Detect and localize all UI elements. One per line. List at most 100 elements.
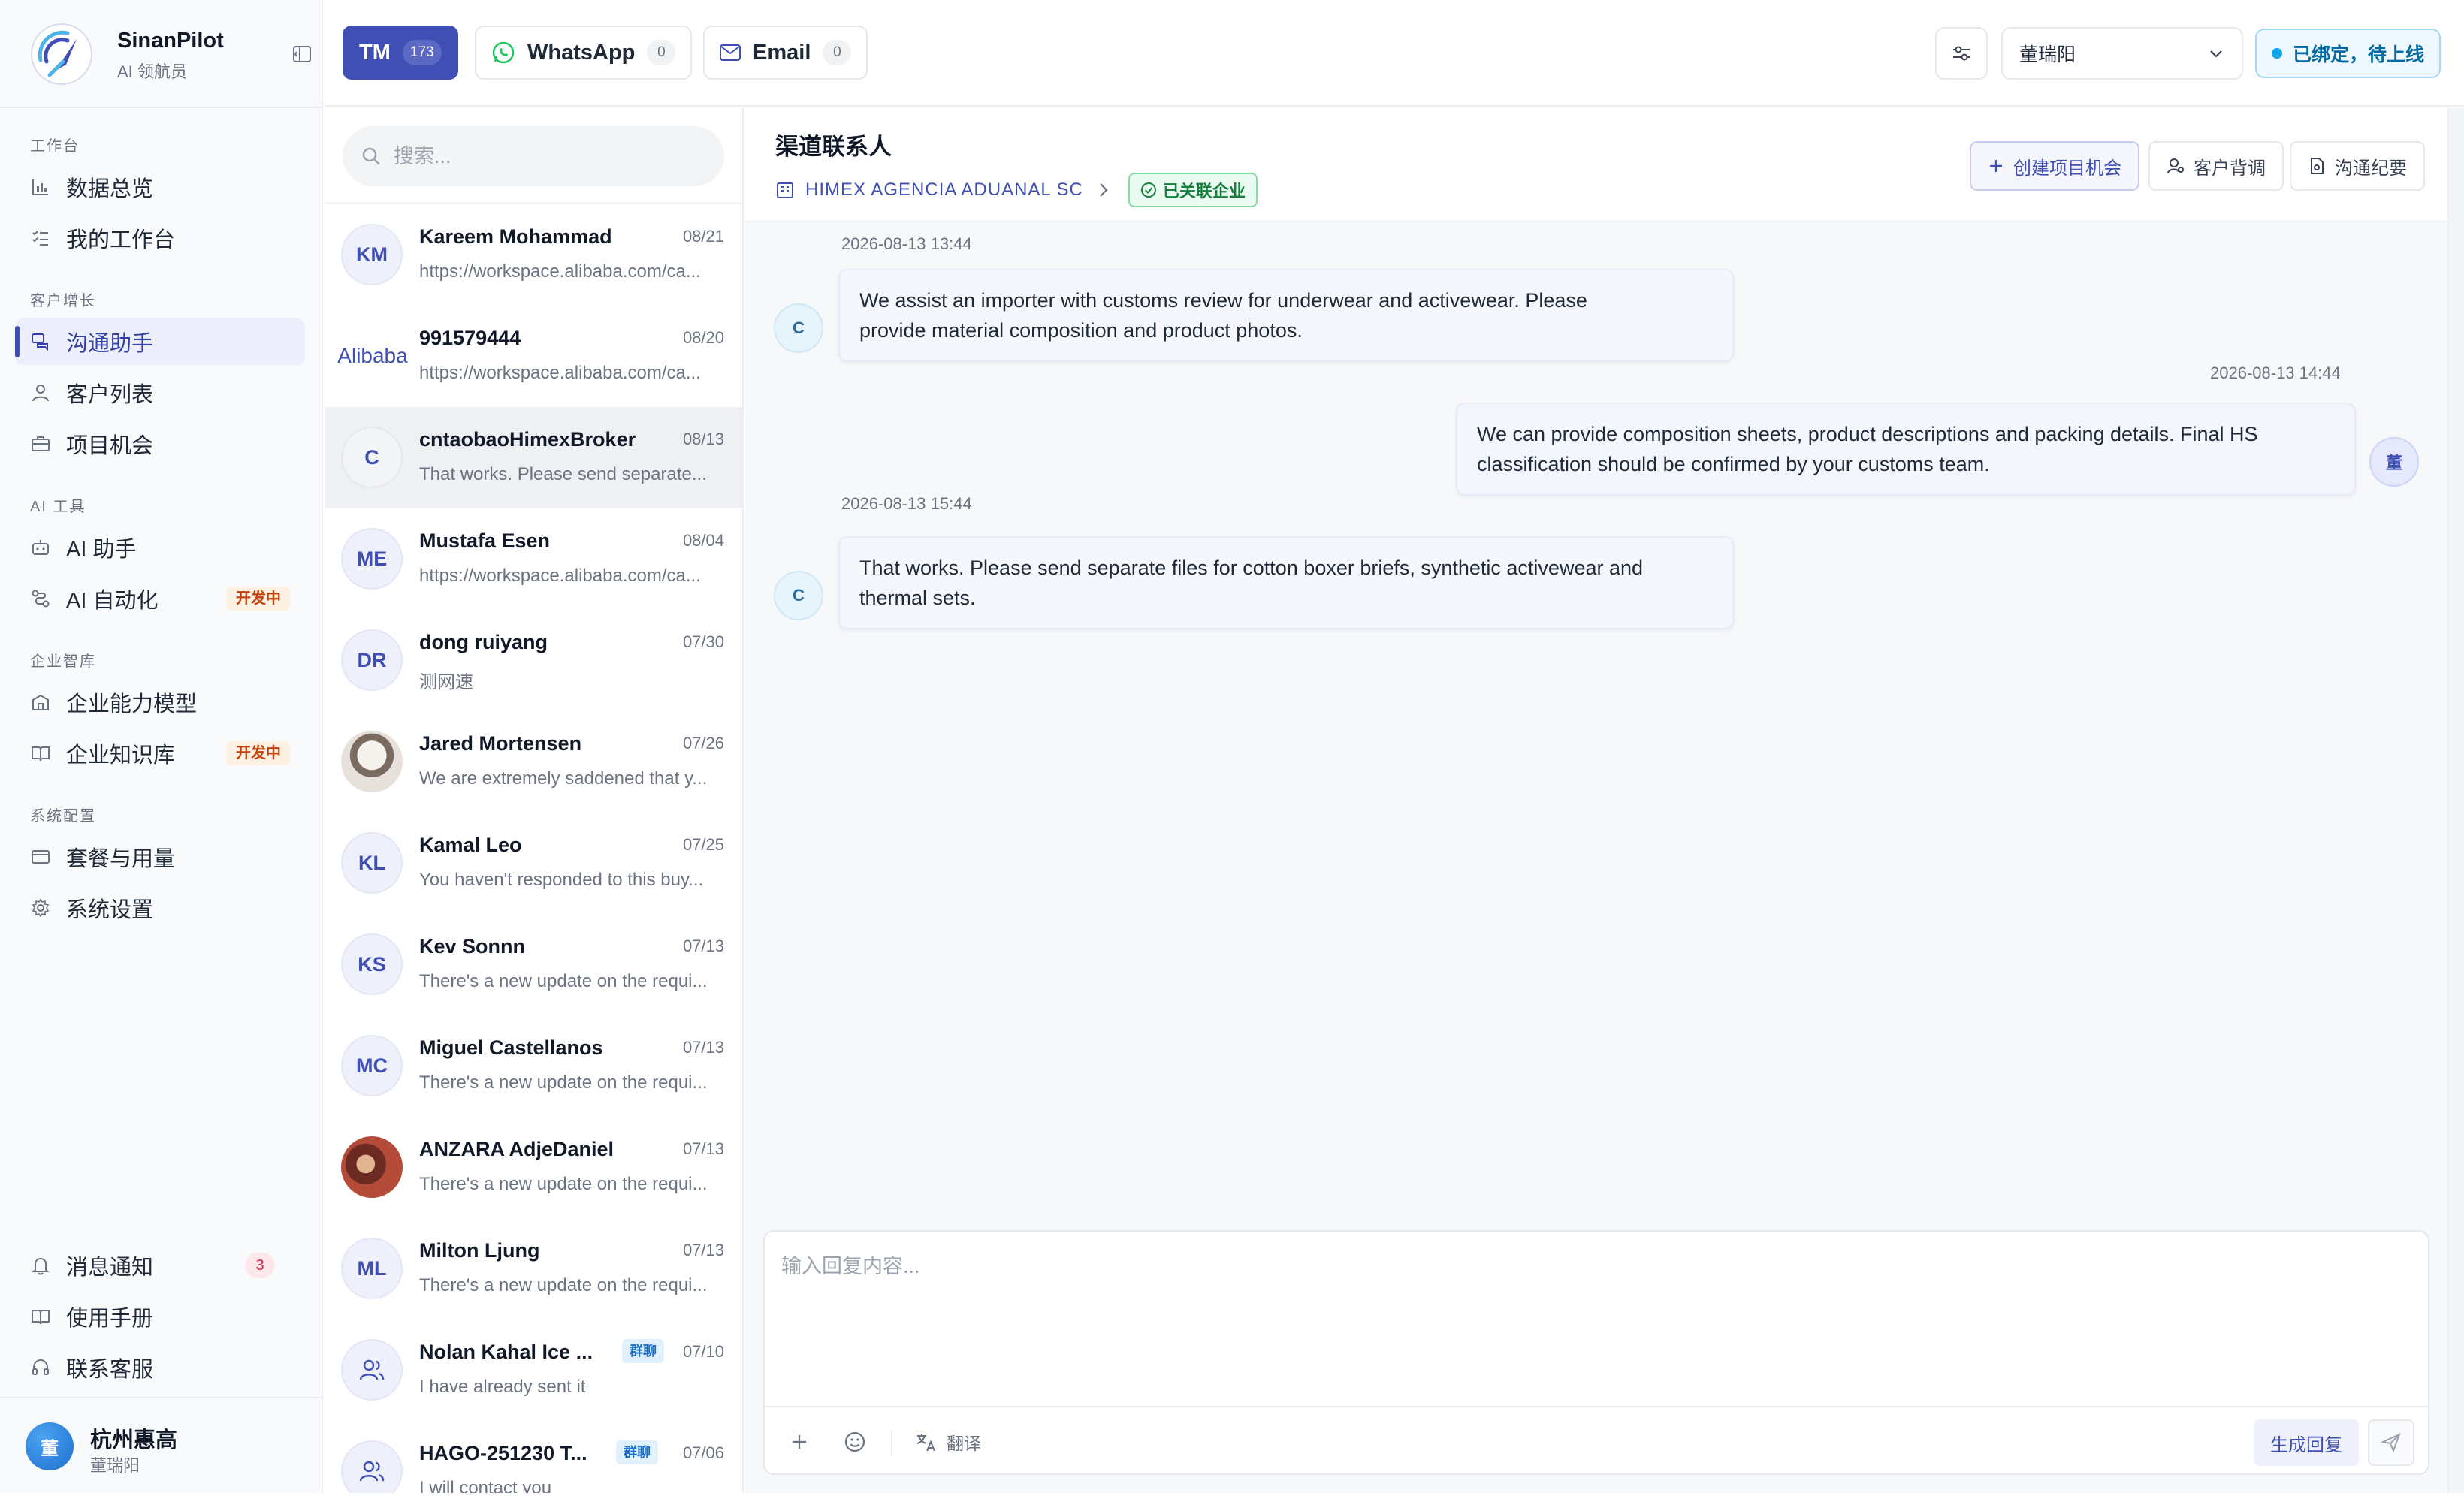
sidebar-item-knowledge-base[interactable]: 企业知识库 开发中 bbox=[15, 730, 305, 777]
sidebar-item-plans[interactable]: 套餐与用量 bbox=[15, 834, 305, 880]
send-button[interactable] bbox=[2368, 1419, 2414, 1466]
list-item[interactable]: HAGO-251230 T... 群聊 07/06 I will contact… bbox=[325, 1421, 742, 1493]
translate-label: 翻译 bbox=[947, 1434, 981, 1453]
tab-tm[interactable]: TM 173 bbox=[343, 26, 458, 80]
conversation-preview: https://workspace.alibaba.com/ca... bbox=[419, 363, 701, 383]
generate-reply-button[interactable]: 生成回复 bbox=[2254, 1419, 2359, 1466]
sidebar-item-capability-model[interactable]: 企业能力模型 bbox=[15, 679, 305, 725]
sidebar-item-overview[interactable]: 数据总览 bbox=[15, 164, 305, 210]
customer-profile-button[interactable]: 客户背调 bbox=[2148, 141, 2284, 191]
tab-email[interactable]: Email 0 bbox=[703, 26, 868, 80]
conversation-preview: I have already sent it bbox=[419, 1377, 586, 1397]
attach-button[interactable] bbox=[780, 1422, 819, 1461]
sidebar-item-settings[interactable]: 系统设置 bbox=[15, 885, 305, 931]
open-book-icon bbox=[30, 1306, 51, 1327]
list-item[interactable]: KS Kev Sonnn 07/13 There's a new update … bbox=[325, 914, 742, 1015]
group-chat-badge: 群聊 bbox=[622, 1339, 664, 1363]
sidebar-collapse-icon[interactable] bbox=[288, 41, 316, 68]
nav-section-workbench: 工作台 bbox=[30, 138, 80, 155]
message-timestamp: 2026-08-13 13:44 bbox=[841, 234, 972, 253]
group-avatar bbox=[341, 1440, 403, 1493]
emoji-button[interactable] bbox=[835, 1422, 874, 1461]
list-item[interactable]: KL Kamal Leo 07/25 You haven't responded… bbox=[325, 813, 742, 913]
list-item[interactable]: DR dong ruiyang 07/30 测网速 bbox=[325, 610, 742, 710]
contact-name: Kamal Leo bbox=[419, 834, 522, 856]
conversation-preview: There's a new update on the requi... bbox=[419, 1275, 708, 1295]
communication-summary-button[interactable]: 沟通纪要 bbox=[2290, 141, 2425, 191]
sidebar-item-label: AI 自动化 bbox=[66, 589, 159, 613]
brand: SinanPilot AI 领航员 bbox=[30, 23, 311, 86]
avatar: MC bbox=[341, 1035, 403, 1096]
reply-input[interactable] bbox=[781, 1250, 2411, 1400]
brand-divider bbox=[0, 107, 323, 108]
chevron-right-icon bbox=[1097, 182, 1110, 198]
contact-name: Milton Ljung bbox=[419, 1239, 540, 1262]
list-item[interactable]: ML Milton Ljung 07/13 There's a new upda… bbox=[325, 1218, 742, 1319]
list-item[interactable]: Jared Mortensen 07/26 We are extremely s… bbox=[325, 711, 742, 812]
account-select[interactable]: 董瑞阳 bbox=[2001, 27, 2243, 80]
list-item[interactable]: MC Miguel Castellanos 07/13 There's a ne… bbox=[325, 1015, 742, 1116]
chat-header: 渠道联系人 HIMEX AGENCIA ADUANAL SC 已关联企业 创建项… bbox=[745, 108, 2447, 222]
create-opportunity-button[interactable]: 创建项目机会 bbox=[1970, 141, 2139, 191]
message-line: thermal sets. bbox=[859, 587, 976, 609]
tab-whatsapp[interactable]: WhatsApp 0 bbox=[475, 26, 693, 80]
contact-name: Kev Sonnn bbox=[419, 935, 526, 958]
sidebar-item-ai-assistant[interactable]: AI 助手 bbox=[15, 524, 305, 571]
list-item[interactable]: ANZARA AdjeDaniel 07/13 There's a new up… bbox=[325, 1117, 742, 1217]
conversation-date: 07/13 bbox=[682, 1038, 724, 1057]
conversation-date: 07/13 bbox=[682, 1241, 724, 1259]
message-line: We can provide composition sheets, produ… bbox=[1477, 423, 2258, 445]
sidebar-item-label: 使用手册 bbox=[66, 1307, 154, 1331]
company-link[interactable]: HIMEX AGENCIA ADUANAL SC bbox=[805, 179, 1083, 201]
filter-button[interactable] bbox=[1935, 27, 1988, 80]
tab-count: 0 bbox=[647, 40, 676, 65]
checklist-icon bbox=[30, 228, 51, 249]
sidebar-item-ai-automation[interactable]: AI 自动化 开发中 bbox=[15, 575, 305, 622]
list-item[interactable]: Nolan Kahal Ice ... 群聊 07/10 I have alre… bbox=[325, 1320, 742, 1420]
sidebar-item-my-workbench[interactable]: 我的工作台 bbox=[15, 215, 305, 261]
tab-label: WhatsApp bbox=[527, 40, 636, 65]
button-label: 创建项目机会 bbox=[2013, 158, 2121, 179]
user-name: 杭州惠高 bbox=[90, 1428, 178, 1452]
sidebar-item-label: 项目机会 bbox=[66, 434, 154, 458]
list-item[interactable]: Alibaba 991579444 08/20 https://workspac… bbox=[325, 306, 742, 406]
list-item[interactable]: ME Mustafa Esen 08/04 https://workspace.… bbox=[325, 508, 742, 609]
translate-button[interactable]: 翻译 bbox=[915, 1422, 981, 1461]
conversation-date: 08/04 bbox=[682, 531, 724, 550]
plus-icon bbox=[1988, 158, 2013, 174]
sidebar-item-label: 我的工作台 bbox=[66, 228, 176, 252]
credit-card-icon bbox=[30, 846, 51, 867]
conversation-date: 07/30 bbox=[682, 632, 724, 651]
avatar: KS bbox=[341, 933, 403, 995]
sidebar-item-support[interactable]: 联系客服 bbox=[15, 1344, 305, 1391]
tab-count: 173 bbox=[402, 40, 442, 65]
bar-chart-icon bbox=[30, 176, 51, 198]
brand-subtitle: AI 领航员 bbox=[117, 62, 187, 81]
sidebar-item-communication[interactable]: 沟通助手 bbox=[15, 318, 305, 365]
robot-icon bbox=[30, 537, 51, 558]
chat-panel: 渠道联系人 HIMEX AGENCIA ADUANAL SC 已关联企业 创建项… bbox=[745, 108, 2447, 1493]
list-item[interactable]: KM Kareem Mohammad 08/21 https://workspa… bbox=[325, 204, 742, 305]
topbar: TM 173 WhatsApp 0 Email 0 董瑞阳 已绑定，待上线 bbox=[325, 0, 2464, 107]
search-input[interactable] bbox=[394, 144, 709, 168]
sidebar-item-notifications[interactable]: 消息通知 3 bbox=[15, 1242, 305, 1289]
group-avatar bbox=[341, 1339, 403, 1401]
user-card[interactable]: 董 杭州惠高 董瑞阳 bbox=[26, 1419, 303, 1475]
search-box[interactable] bbox=[343, 126, 724, 186]
avatar: C bbox=[774, 571, 823, 620]
user-subname: 董瑞阳 bbox=[90, 1456, 140, 1475]
sidebar-item-opportunities[interactable]: 项目机会 bbox=[15, 421, 305, 467]
sidebar-item-customers[interactable]: 客户列表 bbox=[15, 369, 305, 416]
conversation-preview: 测网速 bbox=[419, 672, 473, 692]
sidebar-item-label: 系统设置 bbox=[66, 898, 154, 922]
scrollbar-track[interactable] bbox=[2447, 108, 2464, 1493]
building-icon bbox=[30, 692, 51, 713]
conversation-date: 07/10 bbox=[682, 1342, 724, 1361]
account-select-value: 董瑞阳 bbox=[2019, 44, 2076, 65]
sliders-icon bbox=[1950, 42, 1973, 65]
user-search-icon bbox=[2167, 157, 2194, 175]
list-item[interactable]: C cntaobaoHimexBroker 08/13 That works. … bbox=[325, 407, 742, 508]
sidebar-item-manual[interactable]: 使用手册 bbox=[15, 1293, 305, 1340]
sidebar-item-label: 企业能力模型 bbox=[66, 692, 198, 716]
avatar: 董 bbox=[26, 1422, 74, 1470]
